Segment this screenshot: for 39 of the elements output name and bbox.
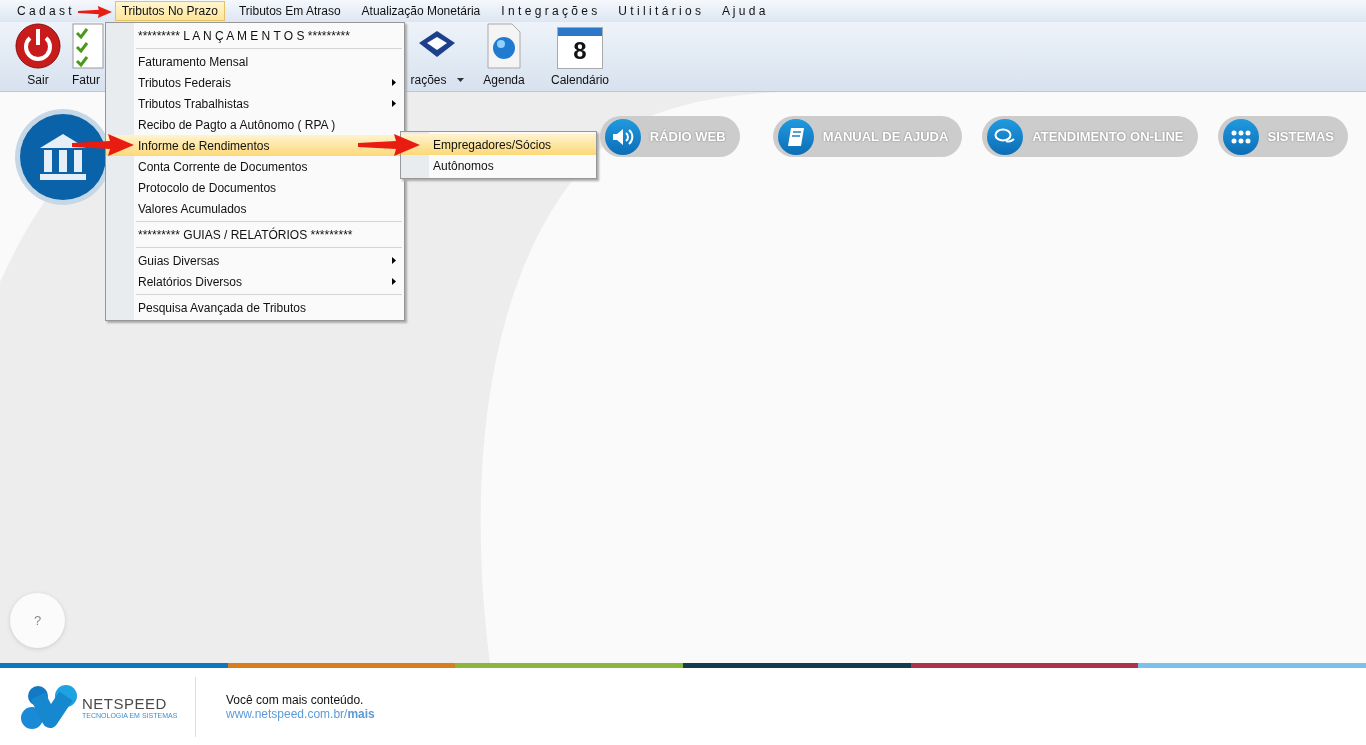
globe-document-icon [487,23,521,69]
menu-bar-item[interactable]: I n t e g r a ç õ e s [494,1,605,21]
menu-item[interactable]: Pesquisa Avançada de Tributos [106,297,404,318]
toolbar-button[interactable]: 8 Calendário [548,27,612,87]
submenu-arrow-icon [392,100,396,107]
menu-item[interactable]: Tributos Trabalhistas [106,93,404,114]
menu-bar-item[interactable]: C a d a s t [10,1,75,21]
logo-icon [20,683,78,730]
submenu-arrow-icon [392,79,396,86]
grid-dots-icon [1230,129,1251,144]
submenu-arrow-icon [392,278,396,285]
menu-item[interactable]: Recibo de Pagto a Autônomo ( RPA ) [106,114,404,135]
slogan-text: Você com mais conteúdo. [226,692,365,707]
menu-item[interactable]: Guias Diversas [106,250,404,271]
submenu-arrow-icon [392,257,396,264]
menu-bar-item[interactable]: Tributos Em Atraso [231,1,348,21]
toolbar-button[interactable]: Agenda [474,23,534,87]
pointer-arrow-icon [358,134,420,156]
menu-section-header: ********* L A N Ç A M E N T O S ********* [138,28,350,43]
power-icon [15,23,61,69]
menu-section-header: ********* GUIAS / RELATÓRIOS ********* [138,227,353,242]
caret-icon [456,78,464,82]
menu-item[interactable]: Protocolo de Documentos [106,177,404,198]
pointer-arrow-icon [72,134,134,156]
menu-item[interactable]: Autônomos [401,155,596,176]
toolbar-button[interactable]: Sair [8,23,68,87]
menu-item[interactable]: Empregadores/Sócios [401,134,596,155]
menu-bar-item[interactable]: U t i l i t á r i o s [611,1,709,21]
menu-bar-item[interactable]: A j u d a [715,1,773,21]
calendar-icon: 8 [557,27,603,69]
menu-bar-item[interactable]: Tributos No Prazo [114,1,225,21]
book-icon [785,126,806,147]
menu-item[interactable]: Relatórios Diversos [106,271,404,292]
menu-bar-item[interactable]: Atualização Monetária [354,1,488,21]
menu-item[interactable]: Conta Corrente de Documentos [106,156,404,177]
toolbar-button[interactable]: rações [410,23,464,87]
menu-item[interactable]: Valores Acumulados [106,198,404,219]
speaker-icon [611,126,634,147]
logo-wordmark: NETSPEED [82,694,168,712]
